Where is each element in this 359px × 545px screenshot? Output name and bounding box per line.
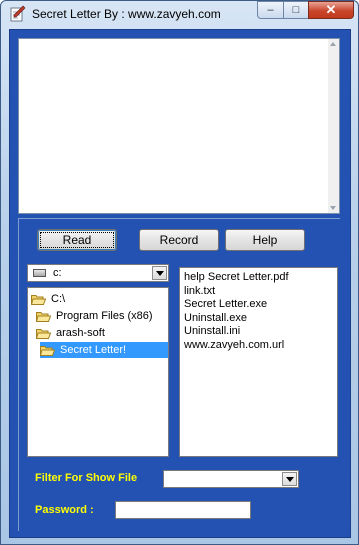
- maximize-icon: □: [292, 4, 300, 16]
- file-item[interactable]: www.zavyeh.com.url: [184, 339, 333, 353]
- folder-open-icon: [40, 345, 55, 356]
- close-icon: ✕: [325, 2, 337, 17]
- drive-selected-value: c:: [53, 267, 62, 279]
- chevron-down-icon[interactable]: [152, 266, 167, 280]
- folder-item[interactable]: arash-soft: [36, 325, 107, 341]
- file-item[interactable]: help Secret Letter.pdf: [184, 271, 333, 285]
- folder-label: Secret Letter!: [60, 344, 127, 356]
- password-field[interactable]: [115, 501, 251, 519]
- folder-item-selected[interactable]: Secret Letter!: [40, 342, 168, 358]
- folder-list[interactable]: C:\ Program Files (x86) arash-soft Secre…: [27, 287, 169, 457]
- filter-combobox[interactable]: [163, 470, 299, 488]
- file-list[interactable]: help Secret Letter.pdf link.txt Secret L…: [179, 267, 338, 457]
- folder-label: C:\: [51, 293, 66, 305]
- folder-label: arash-soft: [56, 327, 105, 339]
- folder-open-icon: [36, 311, 51, 322]
- client-area: Read Record Help c: C:\ Program Files (x…: [9, 29, 351, 538]
- folder-item[interactable]: C:\: [31, 291, 67, 307]
- maximize-button[interactable]: □: [283, 1, 308, 19]
- window-title: Secret Letter By : www.zavyeh.com: [32, 7, 221, 21]
- chevron-down-icon[interactable]: [282, 472, 297, 486]
- title-bar[interactable]: Secret Letter By : www.zavyeh.com – □ ✕: [1, 1, 358, 27]
- password-label: Password :: [35, 504, 94, 516]
- scroll-up-arrow-icon[interactable]: [330, 42, 336, 46]
- app-window: Secret Letter By : www.zavyeh.com – □ ✕ …: [0, 0, 359, 545]
- folder-label: Program Files (x86): [56, 310, 153, 322]
- caption-buttons: – □ ✕: [257, 1, 354, 19]
- folder-item[interactable]: Program Files (x86): [36, 308, 155, 324]
- file-item[interactable]: link.txt: [184, 285, 333, 299]
- file-item[interactable]: Uninstall.ini: [184, 325, 333, 339]
- read-button[interactable]: Read: [37, 229, 117, 251]
- record-button[interactable]: Record: [139, 229, 219, 251]
- hard-drive-icon: [33, 269, 46, 277]
- minimize-icon: –: [267, 4, 274, 16]
- filter-label: Filter For Show File: [35, 472, 138, 484]
- app-pen-paper-icon: [10, 5, 26, 22]
- control-panel: Read Record Help c: C:\ Program Files (x…: [18, 218, 340, 531]
- minimize-button[interactable]: –: [257, 1, 283, 19]
- help-button[interactable]: Help: [225, 229, 305, 251]
- file-item[interactable]: Uninstall.exe: [184, 312, 333, 326]
- vertical-scrollbar[interactable]: [328, 39, 339, 213]
- file-item[interactable]: Secret Letter.exe: [184, 298, 333, 312]
- letter-text-area[interactable]: [18, 38, 340, 214]
- drive-combobox[interactable]: c:: [27, 264, 169, 282]
- scroll-down-arrow-icon[interactable]: [330, 206, 336, 210]
- close-button[interactable]: ✕: [308, 1, 354, 19]
- folder-open-icon: [36, 328, 51, 339]
- folder-open-icon: [31, 294, 46, 305]
